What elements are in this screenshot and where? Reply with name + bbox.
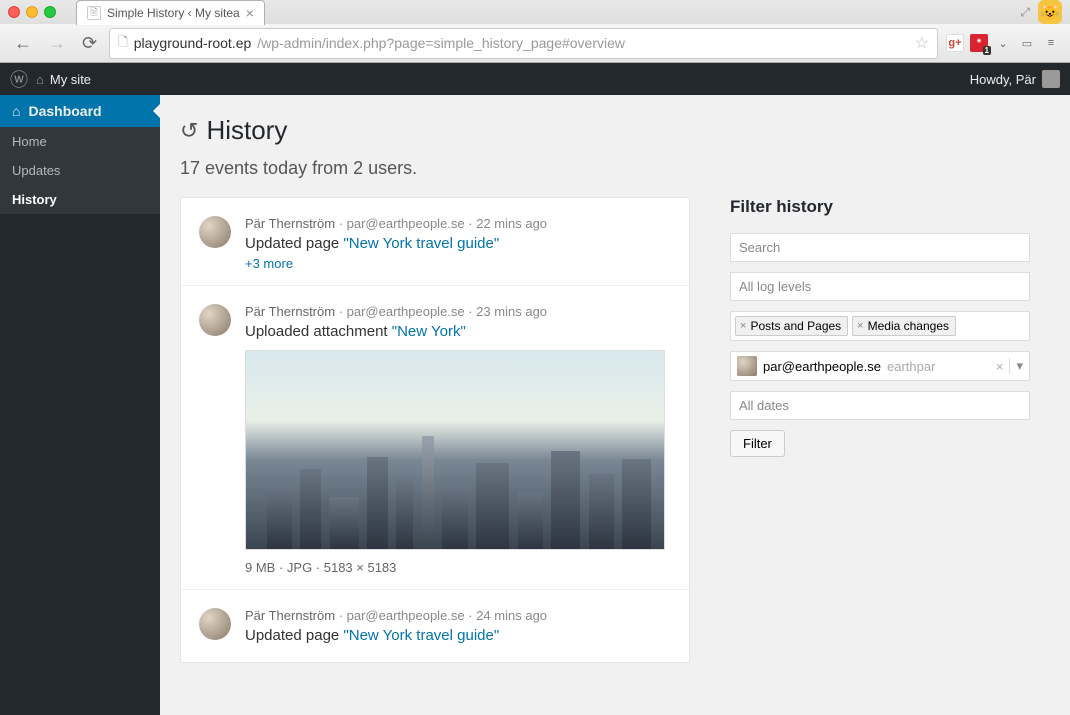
reload-button[interactable]: ⟳ <box>78 31 101 56</box>
event-email: par@earthpeople.se <box>347 608 465 623</box>
browser-tabs: 🗎 Simple History ‹ My sitea × <box>76 0 265 25</box>
tab-close-icon[interactable]: × <box>246 5 254 21</box>
event-link[interactable]: "New York travel guide" <box>343 627 499 644</box>
page-header: ↺ History <box>180 115 1050 146</box>
page-title: History <box>206 115 287 146</box>
page-content: ↺ History 17 events today from 2 users. … <box>160 95 1070 715</box>
page-icon: 🗋 <box>118 33 128 54</box>
avatar <box>199 304 231 336</box>
filter-panel: Filter history ×Posts and Pages ×Media c… <box>730 197 1030 457</box>
favicon-icon: 🗎 <box>87 6 101 20</box>
event-row: Pär Thernström · par@earthpeople.se · 24… <box>181 590 689 662</box>
event-time: 24 mins ago <box>476 608 547 623</box>
wp-admin-bar: ⓦ ⌂ My site Howdy, Pär <box>0 63 1070 95</box>
browser-chrome: 🗎 Simple History ‹ My sitea × ⤢ 😺 ← → ⟳ … <box>0 0 1070 63</box>
maximize-window-button[interactable] <box>44 6 56 18</box>
sidebar-item-dashboard[interactable]: ⌂ Dashboard <box>0 95 160 127</box>
admin-sidebar: ⌂ Dashboard Home Updates History <box>0 95 160 715</box>
sidebar-main-label: Dashboard <box>28 103 101 119</box>
user-avatar-icon <box>737 356 757 376</box>
sidebar-item-history[interactable]: History <box>0 185 160 214</box>
event-meta: Pär Thernström · par@earthpeople.se · 24… <box>245 608 671 623</box>
event-action: Updated page "New York travel guide" <box>245 235 671 252</box>
user-greeting[interactable]: Howdy, Pär <box>970 72 1036 87</box>
pocket-extension-icon[interactable]: ⌄ <box>994 34 1012 52</box>
bookmark-star-icon[interactable]: ☆ <box>915 33 929 53</box>
browser-menu-icon[interactable]: ≡ <box>1042 34 1060 52</box>
gplus-extension-icon[interactable]: g+ <box>946 34 964 52</box>
dropdown-icon[interactable]: ▾ <box>1009 358 1023 374</box>
home-icon[interactable]: ⌂ <box>36 72 44 87</box>
sidebar-item-updates[interactable]: Updates <box>0 156 160 185</box>
filter-heading: Filter history <box>730 197 1030 217</box>
event-time: 23 mins ago <box>476 304 547 319</box>
log-levels-select[interactable] <box>730 272 1030 301</box>
expand-icon[interactable]: ⤢ <box>1020 5 1030 20</box>
filter-tag[interactable]: ×Media changes <box>852 316 956 336</box>
user-hint: earthpar <box>887 359 935 374</box>
window-controls[interactable] <box>8 6 56 18</box>
event-meta: Pär Thernström · par@earthpeople.se · 23… <box>245 304 671 319</box>
event-row: Pär Thernström · par@earthpeople.se · 23… <box>181 286 689 590</box>
user-select[interactable]: par@earthpeople.se earthpar × ▾ <box>730 351 1030 381</box>
tag-remove-icon[interactable]: × <box>740 320 746 332</box>
url-host: playground-root.ep <box>134 35 252 51</box>
browser-toolbar: ← → ⟳ 🗋 playground-root.ep/wp-admin/inde… <box>0 24 1070 62</box>
avatar <box>199 608 231 640</box>
event-time: 22 mins ago <box>476 216 547 231</box>
user-avatar-icon[interactable] <box>1042 70 1060 88</box>
avatar <box>199 216 231 248</box>
clear-user-icon[interactable]: × <box>996 359 1004 374</box>
event-author: Pär Thernström <box>245 216 335 231</box>
sidebar-item-home[interactable]: Home <box>0 127 160 156</box>
browser-titlebar: 🗎 Simple History ‹ My sitea × ⤢ 😺 <box>0 0 1070 24</box>
filter-tags[interactable]: ×Posts and Pages ×Media changes <box>730 311 1030 341</box>
event-action: Uploaded attachment "New York" <box>245 323 671 340</box>
wp-logo-icon[interactable]: ⓦ <box>10 66 28 92</box>
extension-icons: g+ * ⌄ ▭ ≡ <box>946 34 1060 52</box>
user-email: par@earthpeople.se <box>763 359 881 374</box>
search-input[interactable] <box>730 233 1030 262</box>
event-meta: Pär Thernström · par@earthpeople.se · 22… <box>245 216 671 231</box>
minimize-window-button[interactable] <box>26 6 38 18</box>
dates-select[interactable] <box>730 391 1030 420</box>
event-action: Updated page "New York travel guide" <box>245 627 671 644</box>
event-email: par@earthpeople.se <box>347 216 465 231</box>
event-row: Pär Thernström · par@earthpeople.se · 22… <box>181 198 689 286</box>
event-author: Pär Thernström <box>245 304 335 319</box>
browser-tab[interactable]: 🗎 Simple History ‹ My sitea × <box>76 0 265 25</box>
url-path: /wp-admin/index.php?page=simple_history_… <box>257 35 625 51</box>
forward-button[interactable]: → <box>44 31 70 56</box>
event-author: Pär Thernström <box>245 608 335 623</box>
event-email: par@earthpeople.se <box>347 304 465 319</box>
events-feed: Pär Thernström · par@earthpeople.se · 22… <box>180 197 690 663</box>
cast-extension-icon[interactable]: ▭ <box>1018 34 1036 52</box>
address-bar[interactable]: 🗋 playground-root.ep/wp-admin/index.php?… <box>109 28 938 59</box>
attachment-meta: 9 MB · JPG · 5183 × 5183 <box>245 560 671 575</box>
history-icon: ↺ <box>180 118 198 144</box>
tag-remove-icon[interactable]: × <box>857 320 863 332</box>
dashboard-icon: ⌂ <box>12 103 20 119</box>
filter-tag[interactable]: ×Posts and Pages <box>735 316 848 336</box>
event-more-link[interactable]: +3 more <box>245 256 671 271</box>
extension-cat-icon[interactable]: 😺 <box>1038 0 1062 24</box>
event-link[interactable]: "New York travel guide" <box>343 235 499 252</box>
event-link[interactable]: "New York" <box>392 323 466 340</box>
wp-main: ⌂ Dashboard Home Updates History ↺ Histo… <box>0 95 1070 715</box>
back-button[interactable]: ← <box>10 31 36 56</box>
attachment-thumbnail[interactable] <box>245 350 665 550</box>
close-window-button[interactable] <box>8 6 20 18</box>
tab-title: Simple History ‹ My sitea <box>107 6 240 20</box>
site-name[interactable]: My site <box>50 72 91 87</box>
events-summary: 17 events today from 2 users. <box>180 158 1050 179</box>
lastpass-extension-icon[interactable]: * <box>970 34 988 52</box>
filter-button[interactable]: Filter <box>730 430 785 457</box>
